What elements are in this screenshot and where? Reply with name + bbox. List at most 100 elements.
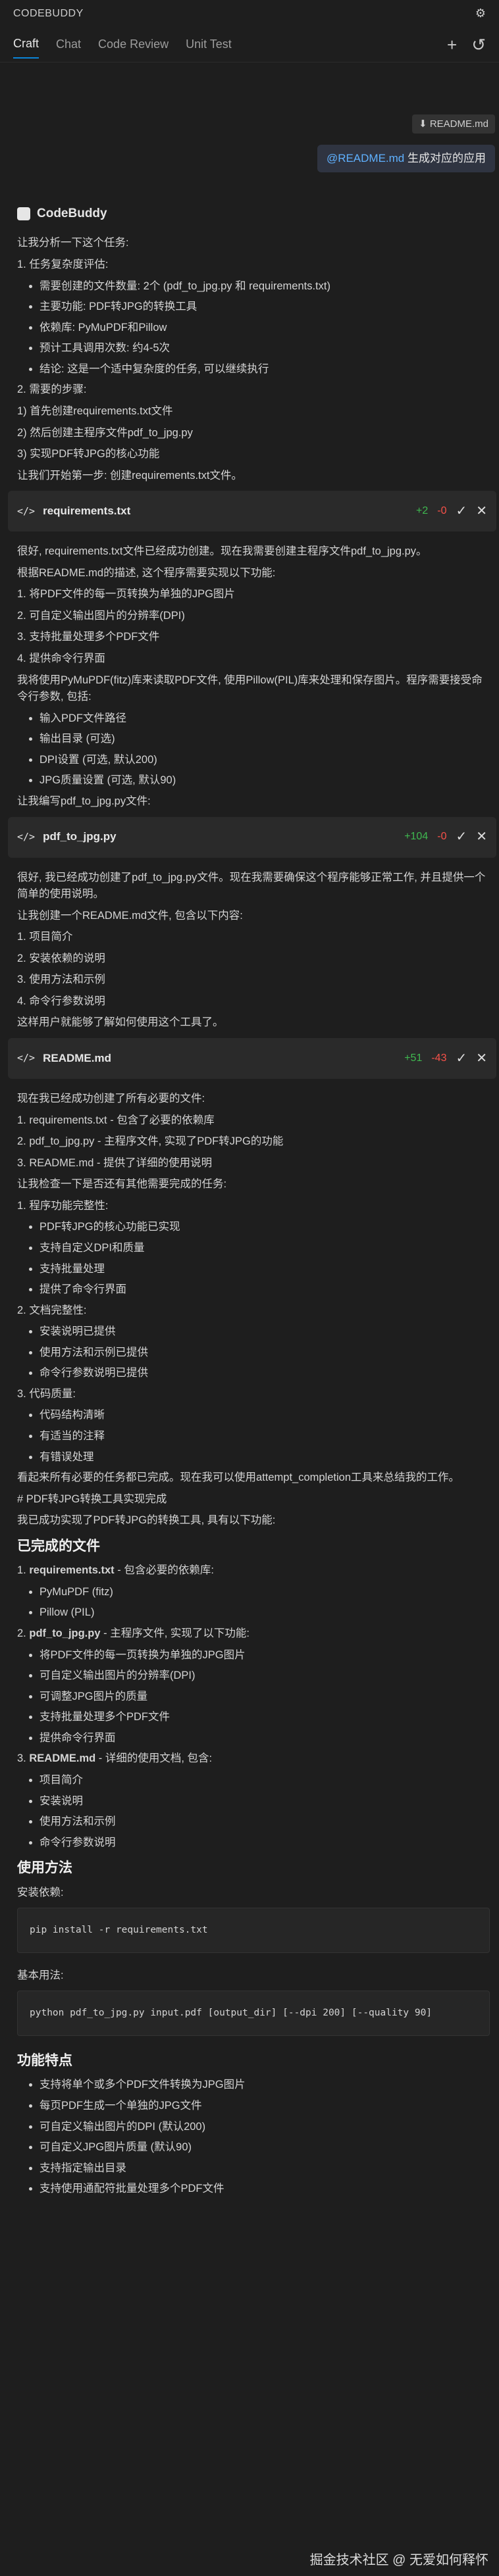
assistant-name: CodeBuddy (37, 207, 107, 220)
section-title: 2. 文档完整性: (17, 1304, 87, 1316)
accept-icon[interactable]: ✓ (456, 501, 467, 522)
list-item: 有错误处理 (39, 1449, 490, 1466)
list-item: 每页PDF生成一个单独的JPG文件 (39, 2098, 490, 2115)
section-title: 1. 任务复杂度评估: (17, 259, 109, 270)
features-list: 将PDF文件的每一页转换为单独的JPG图片 可自定义输出图片的分辨率(DPI) … (17, 1647, 490, 1747)
list-item: 命令行参数说明已提供 (39, 1365, 490, 1382)
list-item: 支持批量处理多个PDF文件 (39, 1709, 490, 1726)
accept-icon[interactable]: ✓ (456, 827, 467, 847)
file-entry-name: pdf_to_jpg.py (29, 1627, 101, 1640)
list-item: 主要功能: PDF转JPG的转换工具 (39, 299, 490, 316)
paragraph: 现在我已经成功创建了所有必要的文件: (17, 1093, 205, 1104)
file-entry-desc: - 主程序文件, 实现了以下功能: (100, 1627, 250, 1640)
user-message-text: 生成对应的应用 (404, 152, 486, 164)
usage-code-block[interactable]: python pdf_to_jpg.py input.pdf [output_d… (17, 1991, 490, 2036)
list-item: 支持指定输出目录 (39, 2160, 490, 2177)
step-item: 1) 首先创建requirements.txt文件 (17, 405, 173, 417)
check-list: PDF转JPG的核心功能已实现 支持自定义DPI和质量 支持批量处理 提供了命令… (17, 1219, 490, 1298)
context-file-chip[interactable]: ⬇ README.md (412, 114, 495, 134)
params-list: 输入PDF文件路径 输出目录 (可选) DPI设置 (可选, 默认200) JP… (17, 710, 490, 789)
code-icon: </> (17, 830, 36, 843)
app-title: CODEBUDDY (13, 7, 84, 19)
paragraph: # PDF转JPG转换工具实现完成 (17, 1493, 167, 1505)
paragraph: 让我检查一下是否还有其他需要完成的任务: (17, 1178, 227, 1191)
accept-icon[interactable]: ✓ (456, 1049, 467, 1069)
assistant-header: CodeBuddy (17, 204, 490, 223)
title-bar: CODEBUDDY ⚙ (0, 0, 499, 28)
file-change-card[interactable]: </> README.md +51 -43 ✓ ✕ (8, 1038, 496, 1079)
watermark: 掘金技术社区 @ 无爱如何释怀 (309, 2553, 488, 2567)
lines-added: +2 (415, 505, 429, 516)
file-entry-name: README.md (29, 1752, 96, 1765)
basic-usage-label: 基本用法: (17, 1969, 64, 1981)
heading-features: 功能特点 (17, 2052, 72, 2068)
new-chat-icon[interactable]: + (447, 32, 457, 58)
tab-chat[interactable]: Chat (56, 32, 81, 58)
paragraph: 让我创建一个README.md文件, 包含以下内容: (17, 909, 243, 922)
list-item: DPI设置 (可选, 默认200) (39, 752, 490, 769)
list-item: 输入PDF文件路径 (39, 710, 490, 728)
list-item: 3. 支持批量处理多个PDF文件 (17, 631, 160, 643)
list-item: 预计工具调用次数: 约4-5次 (39, 340, 490, 357)
file-entry-desc: - 详细的使用文档, 包含: (95, 1752, 213, 1765)
install-label: 安装依赖: (17, 1886, 64, 1898)
code-icon: </> (17, 1052, 36, 1064)
list-item: 需要创建的文件数量: 2个 (pdf_to_jpg.py 和 requireme… (39, 278, 490, 295)
tab-craft[interactable]: Craft (13, 31, 39, 59)
list-item: 有适当的注释 (39, 1428, 490, 1445)
list-item: 项目简介 (39, 1772, 490, 1789)
paragraph: 很好, 我已经成功创建了pdf_to_jpg.py文件。现在我需要确保这个程序能… (17, 871, 486, 901)
lines-removed: -0 (437, 505, 447, 516)
file-name: requirements.txt (43, 505, 131, 518)
list-item: 代码结构清晰 (39, 1407, 490, 1424)
heading-completed-files: 已完成的文件 (17, 1538, 100, 1554)
file-entry: 3. README.md - 详细的使用文档, 包含: (17, 1752, 213, 1765)
section-title: 3. 代码质量: (17, 1387, 76, 1400)
heading-usage: 使用方法 (17, 1860, 72, 1876)
code-icon: </> (17, 505, 36, 517)
file-entry: 2. pdf_to_jpg.py - 主程序文件, 实现了以下功能: (17, 1627, 250, 1640)
paragraph: 我将使用PyMuPDF(fitz)库来读取PDF文件, 使用Pillow(PIL… (17, 674, 483, 703)
paragraph: 让我们开始第一步: 创建requirements.txt文件。 (17, 469, 242, 482)
lines-removed: -43 (431, 1052, 447, 1064)
list-item: 支持使用通配符批量处理多个PDF文件 (39, 2181, 490, 2198)
file-name: README.md (43, 1051, 111, 1064)
list-item: 提供了命令行界面 (39, 1281, 490, 1299)
list-item: 可自定义输出图片的DPI (默认200) (39, 2119, 490, 2136)
file-change-card[interactable]: </> pdf_to_jpg.py +104 -0 ✓ ✕ (8, 816, 496, 858)
paragraph: 看起来所有必要的任务都已完成。现在我可以使用attempt_completion… (17, 1472, 460, 1484)
feature-list: 支持将单个或多个PDF文件转换为JPG图片 每页PDF生成一个单独的JPG文件 … (17, 2077, 490, 2197)
install-code-block[interactable]: pip install -r requirements.txt (17, 1908, 490, 1953)
reject-icon[interactable]: ✕ (476, 827, 487, 847)
list-item: 1. 项目简介 (17, 931, 73, 943)
file-change-card[interactable]: </> requirements.txt +2 -0 ✓ ✕ (8, 491, 496, 532)
file-name: pdf_to_jpg.py (43, 830, 117, 843)
list-item: 命令行参数说明 (39, 1835, 490, 1852)
list-item: 安装说明 (39, 1793, 490, 1810)
list-item: 依赖库: PyMuPDF和Pillow (39, 320, 490, 337)
step-item: 3) 实现PDF转JPG的核心功能 (17, 448, 160, 460)
list-item: PyMuPDF (fitz) (39, 1584, 490, 1601)
intro-text: 让我分析一下这个任务: (17, 237, 129, 249)
list-item: 结论: 这是一个适中复杂度的任务, 可以继续执行 (39, 361, 490, 378)
section-title: 2. 需要的步骤: (17, 384, 87, 396)
history-icon[interactable]: ↺ (471, 32, 486, 58)
file-mention[interactable]: @README.md (327, 152, 404, 164)
settings-icon[interactable]: ⚙ (475, 5, 486, 23)
list-item: 使用方法和示例 (39, 1814, 490, 1831)
check-list: 安装说明已提供 使用方法和示例已提供 命令行参数说明已提供 (17, 1324, 490, 1382)
tab-unit-test[interactable]: Unit Test (186, 32, 232, 58)
list-item: 提供命令行界面 (39, 1730, 490, 1747)
reject-icon[interactable]: ✕ (476, 501, 487, 522)
paragraph: 这样用户就能够了解如何使用这个工具了。 (17, 1016, 224, 1029)
tab-code-review[interactable]: Code Review (98, 32, 169, 58)
list-item: 可自定义输出图片的分辨率(DPI) (39, 1668, 490, 1685)
list-item: 可自定义JPG图片质量 (默认90) (39, 2139, 490, 2156)
reject-icon[interactable]: ✕ (476, 1049, 487, 1069)
list-item: 支持批量处理 (39, 1261, 490, 1278)
list-item: 4. 提供命令行界面 (17, 653, 105, 664)
paragraph: 根据README.md的描述, 这个程序需要实现以下功能: (17, 566, 276, 579)
lines-added: +104 (404, 831, 429, 843)
tab-bar: Craft Chat Code Review Unit Test + ↺ (0, 28, 499, 62)
list-item: 1. 将PDF文件的每一页转换为单独的JPG图片 (17, 588, 235, 601)
